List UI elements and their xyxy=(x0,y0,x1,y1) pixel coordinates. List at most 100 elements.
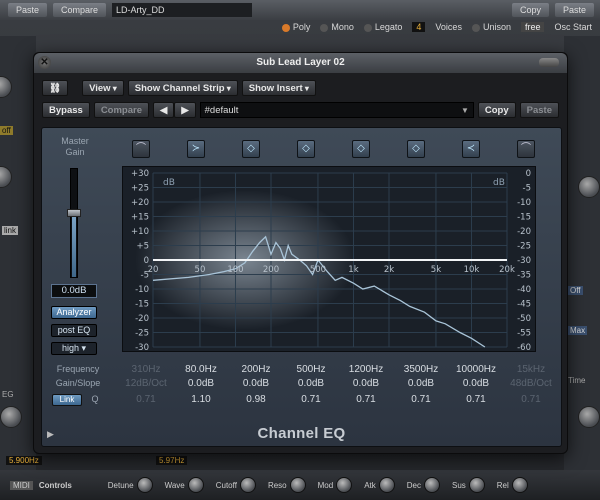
show-insert-menu[interactable]: Show Insert xyxy=(241,80,316,96)
poly-toggle[interactable]: Poly xyxy=(281,22,310,32)
chevron-down-icon: ▼ xyxy=(460,106,469,115)
band-6-gain[interactable]: 0.0dB xyxy=(393,378,449,389)
band-4-gain[interactable]: 0.0dB xyxy=(283,378,339,389)
rel-knob[interactable] xyxy=(511,477,528,493)
left-knob-2[interactable] xyxy=(0,166,12,188)
synth-compare-button[interactable]: Compare xyxy=(53,3,107,17)
band-3-q[interactable]: 0.98 xyxy=(228,394,284,405)
band-5-q[interactable]: 0.71 xyxy=(338,394,394,405)
sus-knob[interactable] xyxy=(468,477,485,493)
bell-icon[interactable]: ◇ xyxy=(407,140,425,158)
band-1-freq[interactable]: 310Hz xyxy=(118,364,174,375)
band-1-gain[interactable]: 12dB/Oct xyxy=(118,378,174,389)
mono-toggle[interactable]: Mono xyxy=(320,22,354,32)
synth-paste-button[interactable]: Paste xyxy=(8,3,48,17)
fader-handle[interactable] xyxy=(67,209,81,217)
cutoff-knob[interactable] xyxy=(239,477,256,493)
show-channel-strip-menu[interactable]: Show Channel Strip xyxy=(127,80,238,96)
synth-copy-button[interactable]: Copy xyxy=(511,3,549,17)
copy-button[interactable]: Copy xyxy=(477,102,516,118)
high-pass-icon[interactable]: ⌒ xyxy=(132,140,150,158)
band-5-freq[interactable]: 1200Hz xyxy=(338,364,394,375)
bell-icon[interactable]: ◇ xyxy=(352,140,370,158)
band-3-gain[interactable]: 0.0dB xyxy=(228,378,284,389)
zoom-icon[interactable] xyxy=(539,58,559,67)
next-preset-icon[interactable]: ▶ xyxy=(174,102,196,118)
band-2-q[interactable]: 1.10 xyxy=(173,394,229,405)
close-icon[interactable]: ✕ xyxy=(38,56,51,69)
band-1-q[interactable]: 0.71 xyxy=(118,394,174,405)
band-6-q[interactable]: 0.71 xyxy=(393,394,449,405)
y-right-tick: -55 xyxy=(517,329,531,339)
midi-label[interactable]: MIDI xyxy=(10,480,33,490)
reso-knob[interactable] xyxy=(289,477,306,493)
bell-icon[interactable]: ◇ xyxy=(242,140,260,158)
y-left-tick: -30 xyxy=(135,343,149,352)
view-menu[interactable]: View xyxy=(82,80,124,96)
synth-preset-field[interactable]: LD-Arty_DD xyxy=(112,3,253,17)
y-left-tick: +25 xyxy=(131,184,149,194)
plugin-footer: ▶ Channel EQ xyxy=(41,425,562,447)
band-2-freq[interactable]: 80.0Hz xyxy=(173,364,229,375)
band-7-q[interactable]: 0.71 xyxy=(448,394,504,405)
band-4-q[interactable]: 0.71 xyxy=(283,394,339,405)
bypass-button[interactable]: Bypass xyxy=(42,102,90,118)
channel-eq-panel: Master Gain 0.0dB Analyzer post EQ high … xyxy=(41,127,562,447)
y-right-tick: -30 xyxy=(517,256,531,266)
right-knob-2[interactable] xyxy=(578,406,600,428)
master-gain-fader[interactable] xyxy=(67,168,81,278)
wave-knob[interactable] xyxy=(187,477,204,493)
left-knob-3[interactable] xyxy=(0,406,22,428)
detune-knob[interactable] xyxy=(136,477,153,493)
x-tick: 500 xyxy=(310,265,326,275)
dec-knob[interactable] xyxy=(423,477,440,493)
low-shelf-icon[interactable]: ≻ xyxy=(187,140,205,158)
high-shelf-icon[interactable]: ≺ xyxy=(462,140,480,158)
dec-label: Dec xyxy=(406,480,421,490)
bell-icon[interactable]: ◇ xyxy=(297,140,315,158)
right-off-badge[interactable]: Off xyxy=(568,286,583,295)
master-gain-value[interactable]: 0.0dB xyxy=(51,284,97,298)
band-7-freq[interactable]: 10000Hz xyxy=(448,364,504,375)
right-max-badge[interactable]: Max xyxy=(568,326,588,335)
synth-controls-bar: MIDI Controls Detune Wave Cutoff Reso Mo… xyxy=(0,470,600,500)
atk-knob[interactable] xyxy=(378,477,395,493)
analyzer-button[interactable]: Analyzer xyxy=(51,306,97,319)
unison-toggle[interactable]: Unison xyxy=(471,22,511,32)
legato-toggle[interactable]: Legato xyxy=(363,22,402,32)
post-eq-button[interactable]: post EQ xyxy=(51,324,97,337)
right-knob-1[interactable] xyxy=(578,176,600,198)
band-7-gain[interactable]: 0.0dB xyxy=(448,378,504,389)
window-titlebar[interactable]: ✕ Sub Lead Layer 02 xyxy=(34,53,567,73)
mod-knob[interactable] xyxy=(336,477,353,493)
low-pass-icon[interactable]: ⌒ xyxy=(517,140,535,158)
paste-button[interactable]: Paste xyxy=(519,102,559,118)
compare-button[interactable]: Compare xyxy=(93,102,149,118)
plugin-toolbar: ⛓ View Show Channel Strip Show Insert xyxy=(42,79,559,97)
osc-free-toggle[interactable]: free xyxy=(520,22,545,32)
left-off-badge[interactable]: off xyxy=(0,126,13,135)
x-tick: 5k xyxy=(431,265,441,275)
voices-value[interactable]: 4 xyxy=(412,22,426,32)
band-8-gain[interactable]: 48dB/Oct xyxy=(503,378,559,389)
band-8-freq[interactable]: 15kHz xyxy=(503,364,559,375)
q-label: Q xyxy=(91,394,99,404)
eq-graph[interactable]: +30 +25 +20 +15 +10 +5 0 -5 -10 -15 -20 -25 -30 0 -5 -1… xyxy=(122,166,536,352)
left-link-badge[interactable]: link xyxy=(2,226,19,235)
band-6-freq[interactable]: 3500Hz xyxy=(393,364,449,375)
synth-paste2-button[interactable]: Paste xyxy=(554,3,594,17)
y-left-tick: -20 xyxy=(135,314,149,324)
band-2-gain[interactable]: 0.0dB xyxy=(173,378,229,389)
cutoff-label: Cutoff xyxy=(215,480,237,490)
link-button[interactable]: Link xyxy=(52,394,82,406)
preset-menu[interactable]: #default ▼ xyxy=(199,102,474,118)
band-5-gain[interactable]: 0.0dB xyxy=(338,378,394,389)
left-knob-1[interactable] xyxy=(0,76,12,98)
band-3-freq[interactable]: 200Hz xyxy=(228,364,284,375)
link-icon[interactable]: ⛓ xyxy=(42,80,69,96)
band-8-q[interactable]: 0.71 xyxy=(503,394,559,405)
band-4-freq[interactable]: 500Hz xyxy=(283,364,339,375)
prev-preset-icon[interactable]: ◀ xyxy=(153,102,175,118)
y-right-tick: -35 xyxy=(517,271,531,281)
resolution-menu[interactable]: high ▾ xyxy=(51,342,97,355)
